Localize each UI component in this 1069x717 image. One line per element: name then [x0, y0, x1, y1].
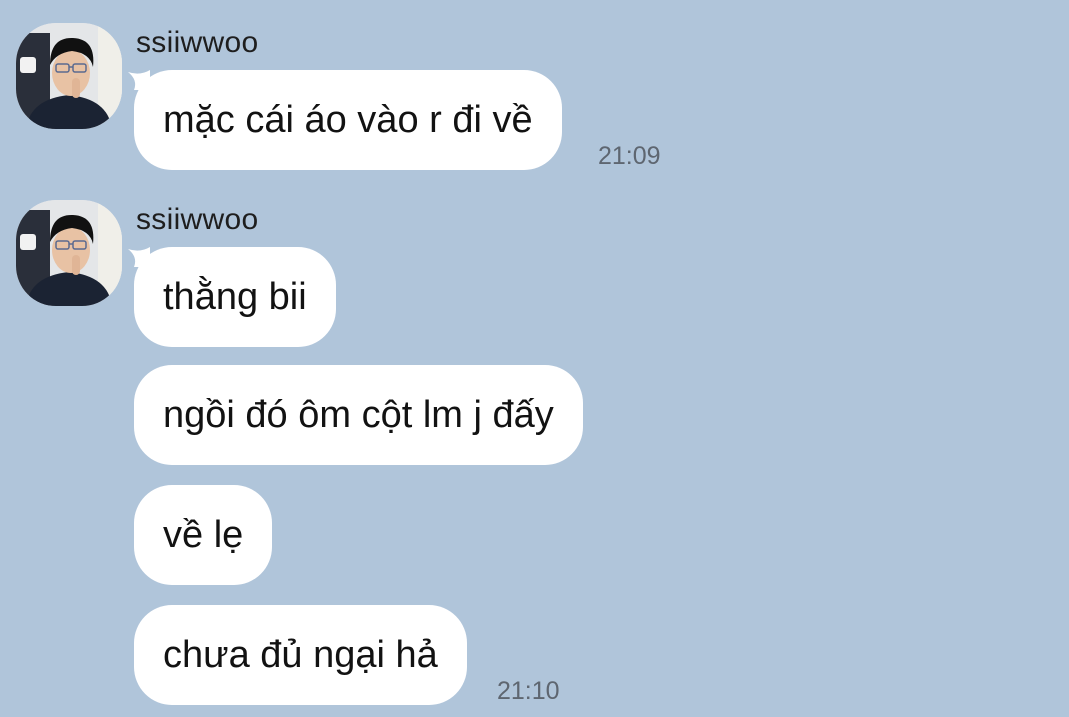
message-bubble[interactable]: ngồi đó ôm cột lm j đấy: [134, 365, 583, 465]
message-timestamp: 21:10: [497, 677, 560, 705]
sender-avatar[interactable]: [16, 23, 122, 129]
message-bubble[interactable]: mặc cái áo vào r đi về: [134, 70, 562, 170]
profile-photo-icon: [16, 200, 122, 306]
sender-avatar[interactable]: [16, 200, 122, 306]
message-bubble[interactable]: thằng bii: [134, 247, 336, 347]
sender-name: ssiiwwoo: [136, 26, 259, 59]
sender-name: ssiiwwoo: [136, 203, 259, 236]
message-timestamp: 21:09: [598, 142, 661, 170]
message-bubble[interactable]: chưa đủ ngại hả: [134, 605, 467, 705]
chat-message-list[interactable]: ssiiwwoo mặc cái áo vào r đi về 21:09 ss…: [0, 0, 1069, 717]
profile-photo-icon: [16, 23, 122, 129]
message-bubble[interactable]: về lẹ: [134, 485, 273, 585]
